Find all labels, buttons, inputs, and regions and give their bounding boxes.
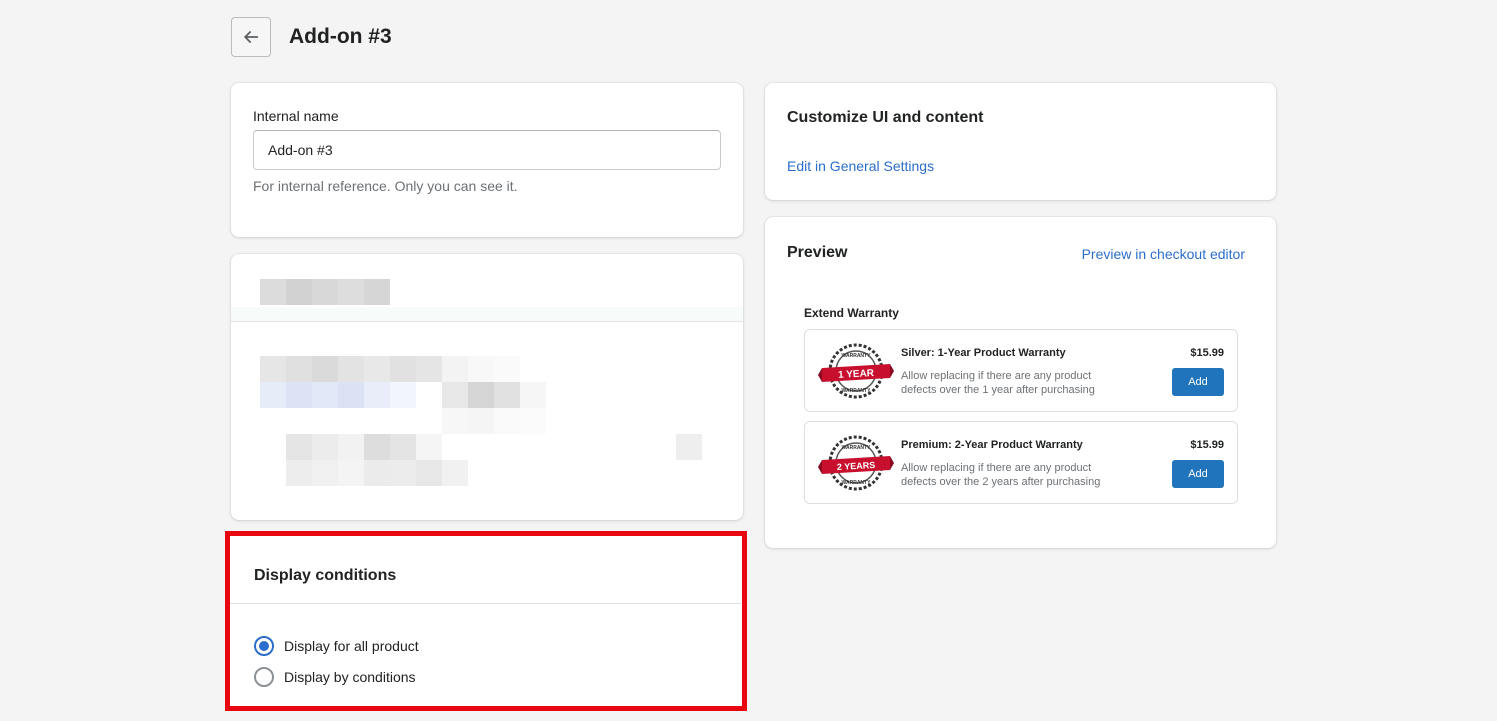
svg-text:WARRANTY: WARRANTY bbox=[842, 480, 872, 486]
offer-name: Silver: 1-Year Product Warranty bbox=[901, 347, 1066, 359]
svg-text:WARRANTY: WARRANTY bbox=[842, 388, 872, 394]
warranty-badge-icon: WARRANTY 2 YEARS WARRANTY bbox=[818, 435, 894, 491]
arrow-left-icon bbox=[244, 31, 259, 43]
preview-card: Preview Preview in checkout editor Exten… bbox=[765, 217, 1276, 548]
display-conditions-title: Display conditions bbox=[254, 567, 397, 584]
offer-item: WARRANTY 2 YEARS WARRANTY Premium: 2-Yea… bbox=[804, 421, 1238, 504]
divider bbox=[230, 603, 742, 604]
add-button[interactable]: Add bbox=[1172, 460, 1224, 488]
warranty-badge-icon: WARRANTY 1 YEAR WARRANTY bbox=[818, 343, 894, 399]
radio-display-all-products[interactable]: Display for all product bbox=[254, 636, 419, 656]
customize-card: Customize UI and content Edit in General… bbox=[765, 83, 1276, 200]
radio-display-by-conditions[interactable]: Display by conditions bbox=[254, 667, 416, 687]
svg-text:2 YEARS: 2 YEARS bbox=[837, 460, 876, 472]
display-conditions-card: Display conditions Display for all produ… bbox=[225, 531, 747, 711]
internal-name-input[interactable] bbox=[253, 130, 721, 170]
offer-description: Allow replacing if there are any product… bbox=[901, 370, 1095, 396]
back-button[interactable] bbox=[231, 17, 271, 57]
widget-title: Extend Warranty bbox=[804, 306, 899, 320]
offer-item: WARRANTY 1 YEAR WARRANTY Silver: 1-Year … bbox=[804, 329, 1238, 412]
offer-price: $15.99 bbox=[1190, 347, 1224, 359]
internal-name-label: Internal name bbox=[253, 108, 339, 124]
preview-title: Preview bbox=[787, 244, 848, 261]
offer-price: $15.99 bbox=[1190, 439, 1224, 451]
radio-button-checked[interactable] bbox=[254, 636, 274, 656]
radio-button-unchecked[interactable] bbox=[254, 667, 274, 687]
radio-label: Display by conditions bbox=[284, 669, 416, 685]
customize-title: Customize UI and content bbox=[787, 109, 984, 126]
svg-text:WARRANTY: WARRANTY bbox=[842, 445, 872, 451]
add-button[interactable]: Add bbox=[1172, 368, 1224, 396]
internal-name-card: Internal name For internal reference. On… bbox=[231, 83, 743, 237]
preview-checkout-editor-link[interactable]: Preview in checkout editor bbox=[1082, 246, 1245, 262]
internal-name-help: For internal reference. Only you can see… bbox=[253, 178, 518, 194]
page-title: Add-on #3 bbox=[289, 25, 392, 48]
page-header: Add-on #3 bbox=[231, 17, 392, 57]
svg-text:WARRANTY: WARRANTY bbox=[842, 353, 872, 359]
offer-description: Allow replacing if there are any product… bbox=[901, 462, 1101, 488]
svg-text:1 YEAR: 1 YEAR bbox=[838, 368, 875, 381]
radio-label: Display for all product bbox=[284, 638, 419, 654]
redacted-card bbox=[231, 254, 743, 520]
offer-name: Premium: 2-Year Product Warranty bbox=[901, 439, 1083, 451]
edit-general-settings-link[interactable]: Edit in General Settings bbox=[787, 158, 934, 174]
